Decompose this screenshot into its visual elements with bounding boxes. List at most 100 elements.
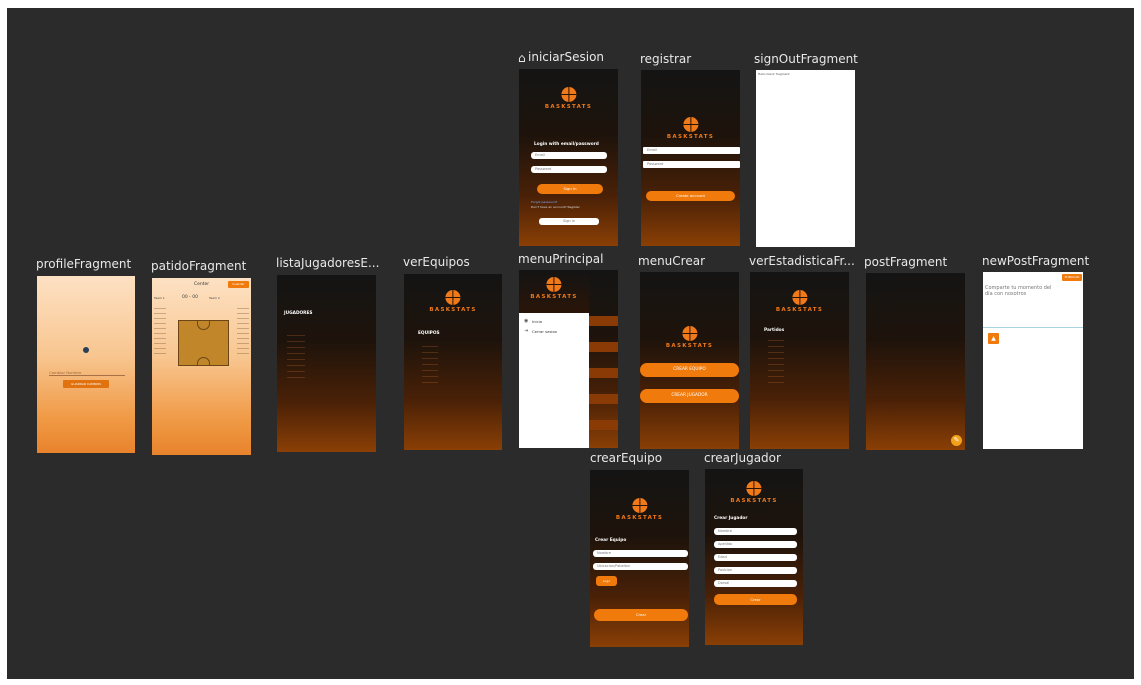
brand-text: BASKSTATS	[730, 498, 778, 504]
court-bottom-key	[197, 357, 210, 366]
placeholder-text: Hello blank fragment	[758, 72, 790, 76]
drawer-item-cerrar-sesion[interactable]: Cerrar sesion	[532, 329, 557, 334]
email-field[interactable]: Email	[643, 147, 740, 154]
create-team-button[interactable]: CREAR EQUIPO	[640, 363, 739, 377]
frame-title: newPostFragment	[982, 254, 1090, 268]
brand-text: BASKSTATS	[775, 307, 824, 313]
drawer-header: BASKSTATS	[519, 270, 589, 313]
register-link[interactable]: Don't have an account? Register	[531, 205, 580, 209]
logout-icon: ⇥	[524, 328, 529, 334]
create-account-button[interactable]: Create account	[646, 191, 735, 201]
screen-crear-jugador[interactable]: BASKSTATS Crear Jugador Nombre Apellido …	[705, 469, 803, 645]
frame-title: patidoFragment	[151, 259, 247, 273]
create-player-button[interactable]: CREAR JUGADOR	[640, 389, 739, 403]
avatar[interactable]	[83, 347, 89, 353]
matches-list[interactable]	[768, 340, 784, 385]
screen-profile[interactable]: Cambiar Nombre GUARDAR CAMBIOS	[37, 276, 135, 453]
app-logo: BASKSTATS	[545, 87, 592, 110]
password-field[interactable]: Password	[531, 166, 607, 173]
score-display: 00 - 00	[182, 295, 198, 300]
app-logo: BASKSTATS	[429, 290, 476, 313]
screen-ver-equipos[interactable]: BASKSTATS EQUIPOS	[404, 274, 502, 450]
player-number-field[interactable]: Dorsal	[714, 580, 797, 587]
edit-fab-icon[interactable]: ✎	[951, 435, 962, 446]
frame-title: profileFragment	[36, 257, 132, 271]
team1-player-list	[154, 308, 166, 358]
basketball-icon	[546, 277, 562, 292]
frame-title: menuCrear	[638, 254, 706, 268]
team-name-field[interactable]: Nombre	[593, 550, 688, 557]
player-age-field[interactable]: Edad	[714, 554, 797, 561]
app-logo: BASKSTATS	[530, 277, 577, 300]
frame-title: verEstadisticaFr...	[749, 254, 855, 268]
basketball-icon	[791, 290, 807, 305]
home-icon: ◉	[524, 318, 529, 324]
google-sign-in-button[interactable]: Sign In	[539, 218, 599, 225]
team2-label: Team 2	[209, 296, 220, 300]
teams-list[interactable]	[422, 346, 438, 386]
password-field[interactable]: Password	[643, 161, 740, 168]
player-surname-field[interactable]: Apellido	[714, 541, 797, 548]
frame-title: crearEquipo	[590, 451, 663, 465]
frame-title: iniciarSesion	[528, 50, 605, 64]
frame-title: verEquipos	[403, 255, 470, 269]
position-label: Center	[194, 282, 210, 287]
screen-new-post[interactable]: PUBLICAR Comparte tu momento del día con…	[983, 272, 1083, 449]
login-heading: Login with email/password	[534, 142, 599, 147]
home-icon: ⌂	[518, 51, 526, 65]
team-location-field[interactable]: Ubicacion/Pabellon	[593, 563, 688, 570]
brand-text: BASKSTATS	[429, 307, 477, 313]
teams-heading: EQUIPOS	[418, 331, 440, 336]
add-image-icon[interactable]: ▲	[988, 333, 999, 344]
app-logo: BASKSTATS	[667, 117, 714, 140]
court-top-key	[197, 321, 210, 330]
app-logo: BASKSTATS	[730, 481, 777, 504]
screen-iniciar-sesion[interactable]: BASKSTATS Login with email/password Emai…	[519, 69, 618, 246]
input-divider	[983, 327, 1083, 328]
screen-crear-equipo[interactable]: BASKSTATS Crear Equipo Nombre Ubicacion/…	[590, 470, 689, 647]
screen-post[interactable]: ✎	[866, 273, 965, 450]
frame-title: postFragment	[864, 255, 948, 269]
team2-player-list	[237, 308, 249, 358]
screen-menu-principal[interactable]: BASKSTATS ◉ Inicio ⇥ Cerrar sesion	[519, 270, 618, 448]
screen-lista-jugadores[interactable]: JUGADORES	[277, 275, 376, 452]
drawer-item-inicio[interactable]: Inicio	[532, 319, 542, 324]
navigation-drawer[interactable]: BASKSTATS ◉ Inicio ⇥ Cerrar sesion	[519, 270, 589, 448]
player-position-field[interactable]: Posicion	[714, 567, 797, 574]
forgot-password-link[interactable]: Forgot password?	[531, 200, 557, 204]
basketball-icon	[681, 326, 697, 341]
basketball-court[interactable]	[178, 320, 229, 366]
basketball-icon	[560, 87, 576, 102]
player-name-field[interactable]: Nombre	[714, 528, 797, 535]
team1-label: Team 1	[154, 296, 165, 300]
brand-text: BASKSTATS	[530, 294, 578, 300]
basketball-icon	[746, 481, 762, 496]
screen-ver-estadistica[interactable]: BASKSTATS Partidos	[750, 272, 849, 449]
app-logo: BASKSTATS	[616, 498, 663, 521]
create-player-submit-button[interactable]: Crear	[714, 594, 797, 605]
name-field-underline[interactable]	[49, 375, 125, 376]
logo-button[interactable]: Logo	[596, 576, 617, 586]
email-field[interactable]: Email	[531, 152, 607, 159]
players-list[interactable]	[287, 335, 305, 380]
frame-title: crearJugador	[704, 451, 781, 465]
publish-button[interactable]: PUBLICAR	[1062, 274, 1082, 281]
screen-sign-out[interactable]: Hello blank fragment	[756, 70, 855, 247]
post-text-input[interactable]: Comparte tu momento del día con nosotros	[985, 285, 1057, 297]
brand-text: BASKSTATS	[544, 104, 593, 110]
matches-heading: Partidos	[764, 328, 785, 333]
save-changes-button[interactable]: GUARDAR CAMBIOS	[63, 380, 109, 388]
screen-registrar[interactable]: BASKSTATS Email Password Create account	[641, 70, 740, 246]
screen-menu-crear[interactable]: BASKSTATS CREAR EQUIPO CREAR JUGADOR	[640, 272, 739, 449]
frame-title: registrar	[640, 52, 692, 66]
basketball-icon	[631, 498, 647, 513]
basketball-icon	[445, 290, 461, 305]
create-team-submit-button[interactable]: Crear	[594, 609, 688, 621]
sign-in-button[interactable]: Sign In	[537, 184, 603, 194]
app-logo: BASKSTATS	[776, 290, 823, 313]
basketball-icon	[682, 117, 698, 132]
save-match-button[interactable]: Guardar	[228, 281, 249, 288]
screen-partido[interactable]: Center Guardar Team 1 00 - 00 Team 2	[152, 278, 251, 455]
app-logo: BASKSTATS	[666, 326, 713, 349]
create-team-heading: Crear Equipo	[595, 538, 627, 543]
